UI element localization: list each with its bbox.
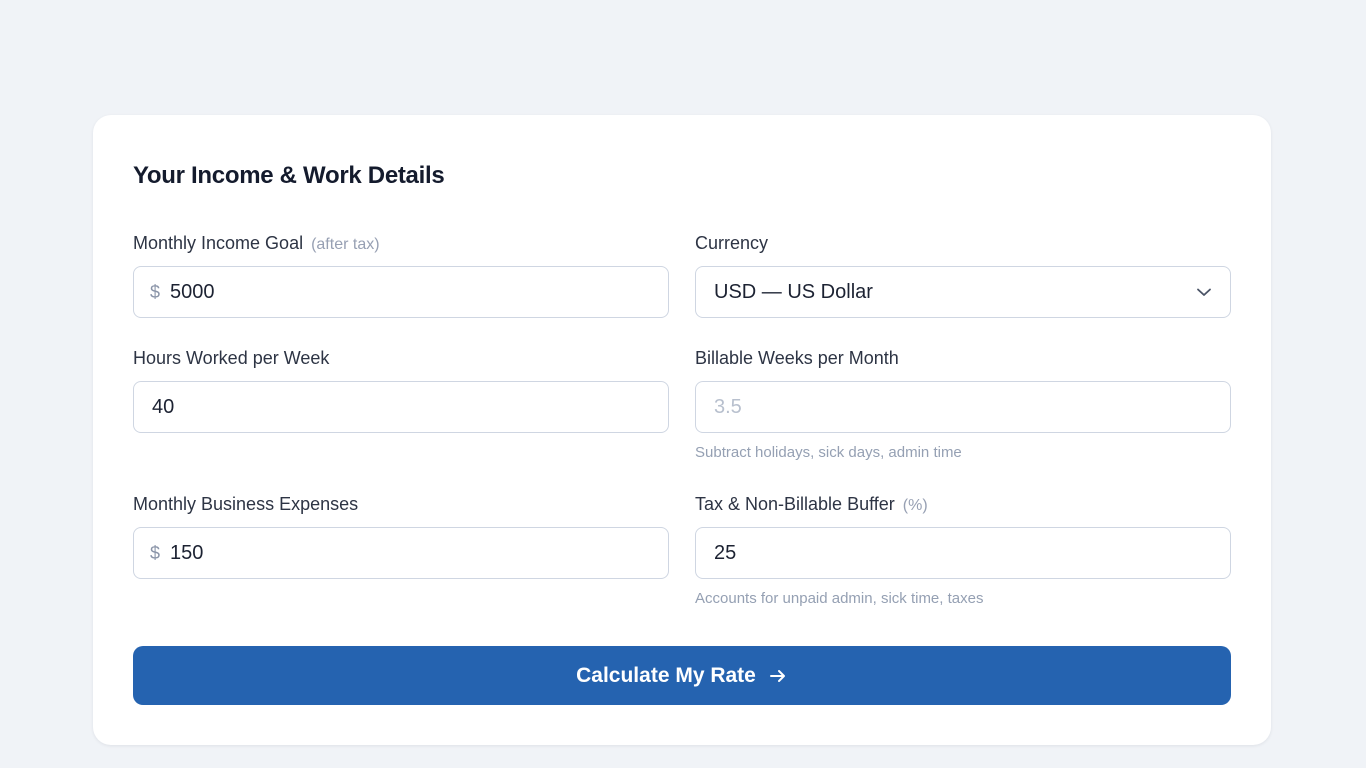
billable-weeks-placeholder: 3.5 [714, 395, 742, 418]
income-goal-field: Monthly Income Goal (after tax) $ 5000 [133, 232, 669, 318]
income-goal-label-text: Monthly Income Goal [133, 233, 304, 253]
billable-weeks-input[interactable]: 3.5 [695, 381, 1231, 433]
buffer-field: Tax & Non-Billable Buffer (%) 25 Accounts… [695, 493, 1231, 607]
billable-weeks-label: Billable Weeks per Month [695, 348, 899, 368]
card-title: Your Income & Work Details [133, 162, 445, 189]
expenses-input[interactable]: $ 150 [133, 527, 669, 579]
currency-label: Currency [695, 233, 769, 253]
billable-weeks-field: Billable Weeks per Month 3.5 Subtract ho… [695, 347, 1231, 461]
hours-per-week-label: Hours Worked per Week [133, 348, 330, 368]
buffer-label: Tax & Non-Billable Buffer (%) [695, 493, 1231, 515]
chevron-down-icon [1194, 282, 1214, 302]
calculate-rate-label: Calculate My Rate [576, 663, 756, 687]
income-details-card: Your Income & Work Details Monthly Incom… [93, 115, 1271, 745]
currency-prefix: $ [150, 281, 161, 302]
billable-weeks-hint: Subtract holidays, sick days, admin time [695, 444, 962, 461]
buffer-input[interactable]: 25 [695, 527, 1231, 579]
currency-select[interactable]: USD — US Dollar [695, 266, 1231, 318]
expenses-label: Monthly Business Expenses [133, 494, 359, 514]
hours-per-week-input[interactable]: 40 [133, 381, 669, 433]
currency-selected-value: USD — US Dollar [714, 280, 873, 303]
currency-prefix: $ [150, 542, 161, 563]
expenses-field: Monthly Business Expenses $ 150 [133, 493, 669, 579]
buffer-hint: Accounts for unpaid admin, sick time, ta… [695, 590, 984, 607]
expenses-value: 150 [170, 541, 204, 564]
calculate-rate-button[interactable]: Calculate My Rate [133, 646, 1231, 705]
buffer-value: 25 [714, 541, 737, 564]
hours-per-week-field: Hours Worked per Week 40 [133, 347, 669, 433]
income-goal-sublabel: (after tax) [311, 236, 380, 253]
currency-field: Currency USD — US Dollar [695, 232, 1231, 318]
arrow-right-icon [768, 666, 788, 686]
buffer-sublabel: (%) [902, 497, 928, 514]
income-goal-label: Monthly Income Goal (after tax) [133, 232, 669, 254]
hours-per-week-value: 40 [152, 395, 175, 418]
income-goal-value: 5000 [170, 280, 215, 303]
income-goal-input[interactable]: $ 5000 [133, 266, 669, 318]
buffer-label-text: Tax & Non-Billable Buffer [695, 494, 895, 514]
